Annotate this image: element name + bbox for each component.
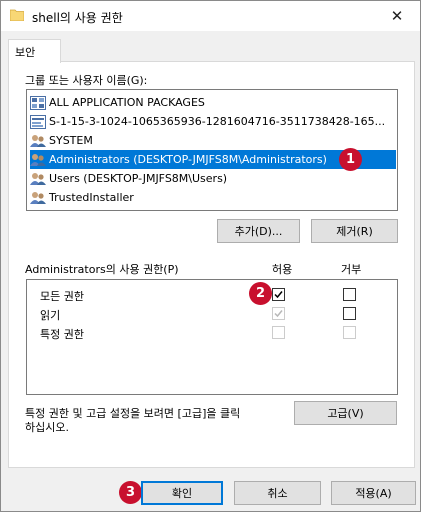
allow-read-checkbox[interactable] <box>272 307 285 320</box>
permission-name: 읽기 <box>40 309 61 322</box>
list-item-label: ALL APPLICATION PACKAGES <box>49 96 205 109</box>
list-item-label: SYSTEM <box>49 134 93 147</box>
users-icon <box>30 191 46 204</box>
package-icon <box>30 95 46 110</box>
allow-full-control-checkbox[interactable] <box>272 288 285 301</box>
allow-column-header: 허용 <box>272 263 293 276</box>
annotation-badge-3: 3 <box>119 481 142 504</box>
permissions-dialog: shell의 사용 권한 ✕ 보안 그룹 또는 사용자 이름(G): ALL A… <box>0 0 421 512</box>
annotation-badge-2: 2 <box>249 282 272 305</box>
close-icon: ✕ <box>390 7 404 25</box>
tab-security-label: 보안 <box>15 46 36 59</box>
remove-button[interactable]: 제거(R) <box>311 219 398 243</box>
permission-name: 특정 권한 <box>40 328 84 341</box>
tab-security[interactable]: 보안 <box>8 39 61 63</box>
check-icon <box>274 310 283 318</box>
list-item-label: S-1-15-3-1024-1065365936-1281604716-3511… <box>49 115 386 128</box>
apply-button[interactable]: 적용(A) <box>331 481 416 505</box>
list-item[interactable]: ALL APPLICATION PACKAGES <box>30 93 209 112</box>
deny-column-header: 거부 <box>341 263 362 276</box>
advanced-button[interactable]: 고급(V) <box>294 401 397 425</box>
deny-full-control-checkbox[interactable] <box>343 288 356 301</box>
users-icon <box>30 153 46 166</box>
permission-row: 읽기 <box>27 305 397 323</box>
close-button[interactable]: ✕ <box>374 1 420 31</box>
advanced-hint-line2: 하십시오. <box>25 421 69 434</box>
permission-row: 모든 권한 <box>27 286 397 304</box>
check-icon <box>274 291 283 299</box>
list-item[interactable]: S-1-15-3-1024-1065365936-1281604716-3511… <box>30 112 389 131</box>
users-icon <box>30 134 46 147</box>
title-bar: shell의 사용 권한 ✕ <box>1 1 420 31</box>
list-item[interactable]: SYSTEM <box>30 131 97 150</box>
users-icon <box>30 172 46 185</box>
list-item-label: Users (DESKTOP-JMJFS8M\Users) <box>49 172 228 185</box>
ok-button[interactable]: 확인 <box>141 481 223 505</box>
cancel-button[interactable]: 취소 <box>234 481 321 505</box>
list-item[interactable]: Users (DESKTOP-JMJFS8M\Users) <box>30 169 231 188</box>
list-item-label: Administrators (DESKTOP-JMJFS8M\Administ… <box>49 153 327 166</box>
permission-name: 모든 권한 <box>40 290 84 303</box>
list-item-label: TrustedInstaller <box>49 191 134 204</box>
permission-row: 특정 권한 <box>27 324 397 342</box>
list-item[interactable]: TrustedInstaller <box>30 188 138 207</box>
sid-icon <box>30 114 46 129</box>
window-title: shell의 사용 권한 <box>32 11 123 25</box>
add-button[interactable]: 추가(D)... <box>217 219 300 243</box>
permissions-list: 모든 권한 읽기 특정 권한 <box>26 279 398 395</box>
deny-read-checkbox[interactable] <box>343 307 356 320</box>
groups-label: 그룹 또는 사용자 이름(G): <box>25 74 148 87</box>
permissions-label: Administrators의 사용 권한(P) <box>25 263 179 276</box>
allow-special-checkbox[interactable] <box>272 326 285 339</box>
folder-icon <box>10 9 24 21</box>
annotation-badge-1: 1 <box>339 148 362 171</box>
deny-special-checkbox[interactable] <box>343 326 356 339</box>
